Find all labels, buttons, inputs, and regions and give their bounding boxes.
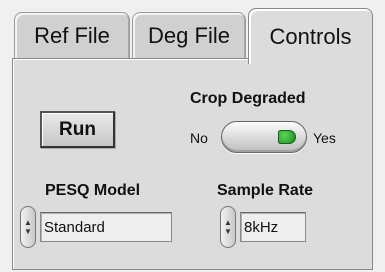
pesq-model-spinner[interactable]: ▲ ▼ <box>20 206 36 248</box>
run-button[interactable]: Run <box>40 111 115 148</box>
run-button-label: Run <box>59 118 96 140</box>
spin-down-icon: ▼ <box>224 227 232 236</box>
crop-off-label: No <box>190 130 208 146</box>
pesq-model-ring: ▲ ▼ Standard <box>20 206 172 248</box>
spin-up-icon: ▲ <box>24 218 32 227</box>
sample-rate-field[interactable]: 8kHz <box>240 212 306 242</box>
tab-deg-file-label: Deg File <box>148 22 230 48</box>
sample-rate-label: Sample Rate <box>217 182 314 199</box>
tab-controls[interactable]: Controls <box>248 8 373 64</box>
spin-up-icon: ▲ <box>224 218 232 227</box>
tab-ref-file[interactable]: Ref File <box>14 12 130 58</box>
controls-window: Ref File Deg File Controls Run Crop Degr… <box>0 0 385 272</box>
sample-rate-spinner[interactable]: ▲ ▼ <box>220 206 236 248</box>
toggle-on-indicator-icon <box>278 130 296 144</box>
tab-ref-file-label: Ref File <box>34 22 110 48</box>
pesq-model-value: Standard <box>44 218 105 236</box>
sample-rate-ring: ▲ ▼ 8kHz <box>220 206 306 248</box>
crop-on-label: Yes <box>313 130 336 146</box>
tab-controls-label: Controls <box>269 23 352 49</box>
tab-deg-file[interactable]: Deg File <box>132 12 246 58</box>
crop-degraded-toggle[interactable] <box>221 121 307 153</box>
spin-down-icon: ▼ <box>24 227 32 236</box>
pesq-model-label: PESQ Model <box>45 182 141 199</box>
sample-rate-value: 8kHz <box>244 218 279 236</box>
crop-degraded-label: Crop Degraded <box>190 90 306 107</box>
pesq-model-field[interactable]: Standard <box>40 212 172 242</box>
